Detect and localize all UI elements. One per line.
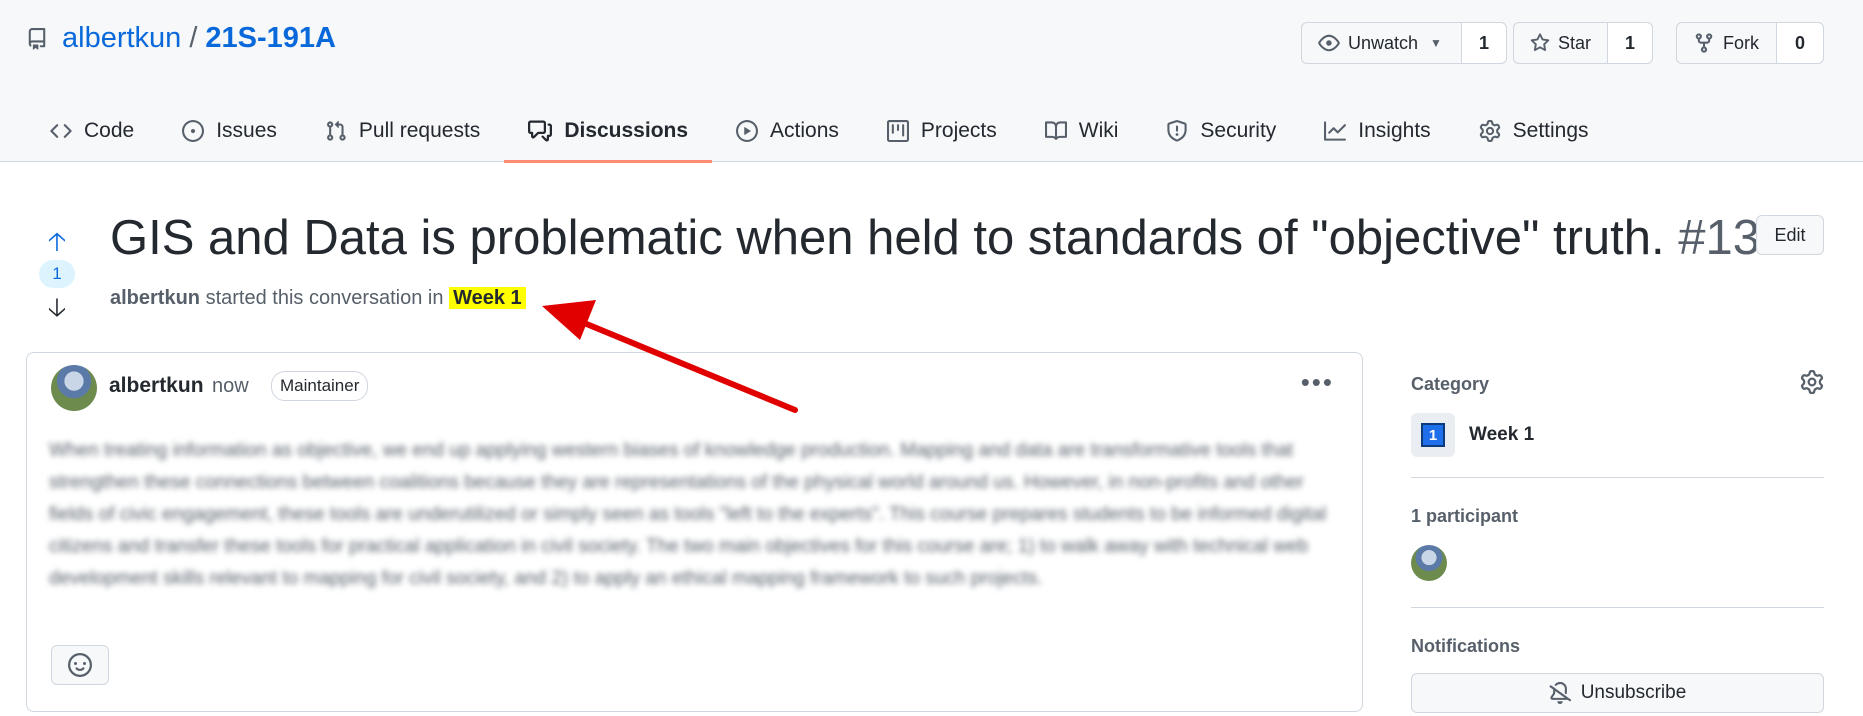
- tab-pull-requests-label: Pull requests: [358, 119, 481, 142]
- tab-pull-requests[interactable]: Pull requests: [301, 100, 504, 162]
- tab-projects-label: Projects: [920, 119, 997, 142]
- sidebar-participants-section: 1 participant: [1411, 478, 1824, 608]
- star-label: Star: [1557, 32, 1591, 53]
- tab-insights[interactable]: Insights: [1300, 100, 1454, 162]
- repo-icon: [28, 27, 46, 50]
- unwatch-label: Unwatch: [1348, 32, 1419, 53]
- tab-code[interactable]: Code: [26, 100, 158, 162]
- code-icon: [50, 124, 72, 138]
- keycap-one-icon: 1: [1421, 423, 1445, 447]
- tab-settings-label: Settings: [1512, 119, 1589, 142]
- shield-icon: [1167, 120, 1188, 142]
- tab-actions-label: Actions: [770, 119, 839, 142]
- tab-wiki-label: Wiki: [1078, 119, 1119, 142]
- add-reaction-button[interactable]: [51, 645, 109, 685]
- repo-header: albertkun / 21S-191A Unwatch ▼ 1 Star 1 …: [0, 0, 1863, 163]
- tab-issues[interactable]: Issues: [158, 100, 301, 162]
- graph-icon: [1324, 121, 1347, 141]
- comment-discussion-icon: [528, 120, 553, 142]
- sidebar-category-section: Category 1 Week 1: [1411, 352, 1824, 478]
- star-count[interactable]: 1: [1608, 23, 1652, 63]
- tab-settings[interactable]: Settings: [1455, 100, 1613, 162]
- discussion-sidebar: Category 1 Week 1 1 participant Notifica…: [1411, 352, 1824, 713]
- gear-icon: [1479, 120, 1500, 142]
- fork-label: Fork: [1723, 32, 1759, 53]
- tab-projects[interactable]: Projects: [863, 100, 1021, 162]
- notifications-heading: Notifications: [1411, 636, 1521, 656]
- category-link[interactable]: Week 1: [449, 287, 526, 309]
- star-icon: [1530, 33, 1550, 52]
- fork-count[interactable]: 0: [1777, 23, 1823, 63]
- category-emoji: 1: [1411, 413, 1455, 457]
- tab-actions[interactable]: Actions: [712, 100, 863, 162]
- tab-wiki[interactable]: Wiki: [1021, 100, 1143, 162]
- bell-slash-icon: [1549, 682, 1571, 704]
- play-icon: [736, 120, 759, 142]
- category-heading: Category: [1411, 374, 1490, 394]
- tab-security[interactable]: Security: [1142, 100, 1300, 162]
- fork-button-group: Fork 0: [1676, 22, 1824, 64]
- arrow-down-icon[interactable]: 🡣: [48, 294, 67, 320]
- tab-insights-label: Insights: [1358, 119, 1431, 142]
- unsubscribe-button[interactable]: Unsubscribe: [1411, 673, 1824, 713]
- smiley-icon: [68, 653, 92, 677]
- avatar[interactable]: [51, 365, 97, 411]
- issue-icon: [182, 120, 205, 142]
- project-icon: [886, 120, 909, 142]
- kebab-horizontal-icon[interactable]: •••: [1301, 367, 1334, 398]
- vote-widget: 🡡 1 🡣: [39, 228, 75, 320]
- tab-security-label: Security: [1200, 119, 1277, 142]
- tab-code-label: Code: [84, 119, 135, 142]
- repo-separator: /: [189, 22, 198, 54]
- edit-button[interactable]: Edit: [1756, 215, 1824, 255]
- tab-discussions[interactable]: Discussions: [504, 100, 712, 163]
- category-name[interactable]: Week 1: [1469, 424, 1534, 446]
- discussion-title: GIS and Data is problematic when held to…: [110, 210, 1760, 266]
- started-text: started this conversation in: [205, 287, 444, 309]
- chevron-down-icon: ▼: [1430, 36, 1442, 50]
- maintainer-badge: Maintainer: [271, 371, 369, 401]
- tab-issues-label: Issues: [216, 119, 277, 142]
- fork-button[interactable]: Fork: [1677, 23, 1777, 63]
- watch-button-group: Unwatch ▼ 1: [1301, 22, 1507, 64]
- unwatch-button[interactable]: Unwatch ▼: [1302, 23, 1462, 63]
- gear-icon[interactable]: [1800, 370, 1824, 394]
- repo-name-link[interactable]: 21S-191A: [205, 22, 336, 55]
- book-icon: [1044, 121, 1067, 140]
- repo-nav-tabs: Code Issues Pull requests Discussions Ac…: [26, 100, 1613, 163]
- participant-avatar[interactable]: [1411, 545, 1447, 581]
- discussion-number: #13: [1678, 211, 1761, 265]
- star-button-group: Star 1: [1513, 22, 1653, 64]
- fork-icon: [1695, 33, 1713, 53]
- discussion-author-link[interactable]: albertkun: [110, 287, 200, 309]
- comment-body: When treating information as objective, …: [49, 440, 1327, 589]
- pull-request-icon: [326, 120, 346, 141]
- discussion-comment: albertkun now Maintainer ••• When treati…: [26, 352, 1363, 712]
- repo-owner-link[interactable]: albertkun: [62, 22, 181, 55]
- discussion-meta: albertkun started this conversation in W…: [110, 287, 526, 310]
- comment-timestamp[interactable]: now: [212, 375, 249, 398]
- discussion-title-text: GIS and Data is problematic when held to…: [110, 211, 1665, 265]
- comment-author[interactable]: albertkun: [109, 374, 204, 398]
- unsubscribe-label: Unsubscribe: [1580, 682, 1687, 703]
- star-button[interactable]: Star: [1514, 23, 1608, 63]
- sidebar-category[interactable]: 1 Week 1: [1411, 413, 1824, 457]
- eye-icon: [1318, 34, 1340, 52]
- vote-count: 1: [39, 260, 75, 288]
- sidebar-notifications-section: Notifications Unsubscribe: [1411, 608, 1824, 713]
- repo-title: albertkun / 21S-191A: [26, 22, 336, 55]
- participants-heading: 1 participant: [1411, 506, 1519, 526]
- arrow-up-icon[interactable]: 🡡: [48, 228, 67, 254]
- tab-discussions-label: Discussions: [564, 119, 689, 142]
- watch-count[interactable]: 1: [1462, 23, 1506, 63]
